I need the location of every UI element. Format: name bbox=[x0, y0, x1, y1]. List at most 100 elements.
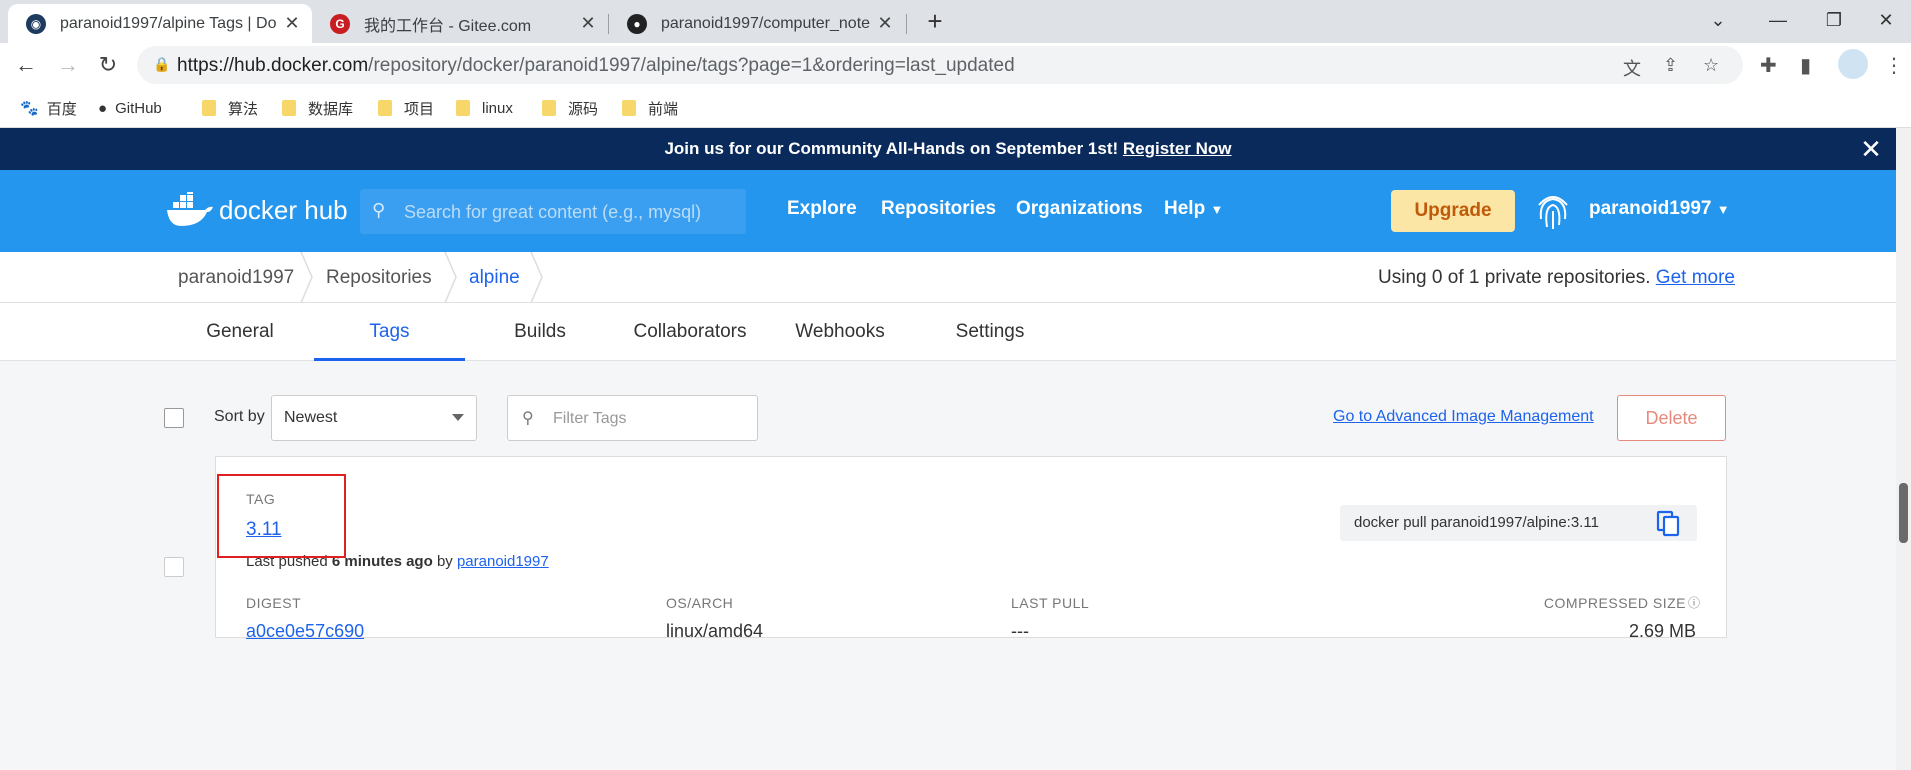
browser-tab-strip: ◉ paranoid1997/alpine Tags | Do ✕ G 我的工作… bbox=[0, 0, 1911, 43]
pushed-time: 6 minutes ago bbox=[331, 553, 433, 570]
browser-tab-docker[interactable]: ◉ paranoid1997/alpine Tags | Do ✕ bbox=[8, 4, 312, 43]
breadcrumb-chevron-icon bbox=[444, 252, 457, 303]
nav-organizations[interactable]: Organizations bbox=[1016, 198, 1143, 220]
bookmark-label: GitHub bbox=[115, 99, 162, 117]
bookmark-github[interactable]: ● GitHub bbox=[98, 96, 162, 120]
profile-avatar[interactable] bbox=[1838, 49, 1868, 79]
bookmark-folder[interactable]: 源码 bbox=[542, 96, 598, 120]
folder-icon bbox=[202, 100, 216, 116]
last-pull-label: LAST PULL bbox=[1011, 595, 1090, 611]
tab-collaborators[interactable]: Collaborators bbox=[620, 303, 760, 361]
user-menu[interactable]: paranoid1997 ▼ bbox=[1589, 198, 1730, 220]
browser-tab-gitee[interactable]: G 我的工作台 - Gitee.com ✕ bbox=[312, 4, 608, 43]
tab-general[interactable]: General bbox=[190, 303, 290, 361]
search-placeholder: Search for great content (e.g., mysql) bbox=[404, 202, 702, 222]
delete-button[interactable]: Delete bbox=[1617, 395, 1726, 441]
select-all-checkbox[interactable] bbox=[164, 408, 184, 428]
caret-down-icon bbox=[452, 414, 464, 421]
bookmark-baidu[interactable]: 🐾 百度 bbox=[20, 96, 77, 120]
pushed-by-user-link[interactable]: paranoid1997 bbox=[457, 553, 549, 570]
folder-icon bbox=[542, 100, 556, 116]
os-arch-value: linux/amd64 bbox=[666, 621, 764, 641]
browser-tab-github[interactable]: ● paranoid1997/computer_note ✕ bbox=[609, 4, 905, 43]
bookmark-folder[interactable]: 算法 bbox=[202, 96, 258, 120]
breadcrumb-repo[interactable]: alpine bbox=[469, 267, 520, 289]
close-icon[interactable]: ✕ bbox=[576, 13, 600, 34]
close-icon[interactable]: ✕ bbox=[280, 13, 304, 34]
browser-toolbar: ← → ↻ 🔒 https://hub.docker.com/repositor… bbox=[0, 43, 1911, 87]
annotation-highlight-box bbox=[217, 474, 346, 558]
bookmark-label: 算法 bbox=[228, 100, 259, 118]
back-arrow-icon[interactable]: ← bbox=[12, 51, 40, 79]
repo-tabs: General Tags Builds Collaborators Webhoo… bbox=[0, 303, 1896, 361]
copy-icon[interactable] bbox=[1654, 509, 1682, 537]
forward-arrow-icon[interactable]: → bbox=[54, 51, 82, 79]
docker-icon: ◉ bbox=[26, 13, 46, 34]
restore-icon[interactable]: ❐ bbox=[1806, 0, 1862, 40]
tab-title: 我的工作台 - Gitee.com bbox=[364, 17, 532, 35]
docker-hub-logo[interactable]: docker hub bbox=[165, 192, 348, 228]
fingerprint-icon[interactable] bbox=[1531, 189, 1575, 233]
page-content: Join us for our Community All-Hands on S… bbox=[0, 128, 1896, 770]
search-icon: ⚲ bbox=[522, 410, 534, 427]
upgrade-button[interactable]: Upgrade bbox=[1391, 190, 1515, 232]
search-icon: ⚲ bbox=[372, 200, 386, 220]
tab-title: paranoid1997/computer_note bbox=[661, 14, 871, 32]
get-more-link[interactable]: Get more bbox=[1656, 267, 1735, 288]
compressed-size-label: COMPRESSED SIZE bbox=[1543, 595, 1686, 611]
tag-row-checkbox[interactable] bbox=[164, 557, 184, 577]
extensions-icon[interactable]: ✚ bbox=[1760, 53, 1777, 78]
tab-tags[interactable]: Tags bbox=[314, 303, 465, 361]
chevron-down-icon[interactable]: ⌄ bbox=[1690, 0, 1746, 40]
bookmark-label: 前端 bbox=[648, 100, 679, 118]
bookmark-folder[interactable]: linux bbox=[456, 96, 513, 120]
nav-repositories[interactable]: Repositories bbox=[881, 198, 996, 220]
minimize-icon[interactable]: — bbox=[1750, 0, 1806, 40]
advanced-image-management-link[interactable]: Go to Advanced Image Management bbox=[1333, 408, 1594, 426]
address-bar[interactable]: 🔒 https://hub.docker.com/repository/dock… bbox=[137, 46, 1743, 84]
star-icon[interactable]: ☆ bbox=[1703, 55, 1719, 76]
folder-icon bbox=[622, 100, 636, 116]
banner-close-icon[interactable]: ✕ bbox=[1858, 136, 1884, 162]
nav-explore[interactable]: Explore bbox=[787, 198, 857, 220]
window-close-icon[interactable]: ✕ bbox=[1858, 0, 1911, 40]
share-icon[interactable]: ⇪ bbox=[1663, 55, 1678, 76]
announcement-banner: Join us for our Community All-Hands on S… bbox=[0, 128, 1896, 170]
bookmark-folder[interactable]: 前端 bbox=[622, 96, 678, 120]
pull-command-box: docker pull paranoid1997/alpine:3.11 bbox=[1340, 505, 1697, 541]
scrollbar-thumb[interactable] bbox=[1899, 483, 1908, 543]
translate-icon[interactable]: 文 bbox=[1623, 55, 1641, 81]
tab-title: paranoid1997/alpine Tags | Do bbox=[60, 14, 277, 32]
breadcrumb-owner[interactable]: paranoid1997 bbox=[178, 267, 294, 289]
new-tab-button[interactable]: + bbox=[920, 6, 950, 36]
menu-dots-icon[interactable]: ⋮ bbox=[1884, 53, 1904, 78]
github-icon: ● bbox=[98, 99, 108, 117]
hub-search-input[interactable]: ⚲ Search for great content (e.g., mysql) bbox=[360, 189, 746, 234]
sort-select[interactable]: Newest bbox=[271, 395, 477, 441]
bookmarks-bar: 🐾 百度 ● GitHub 算法 数据库 项目 linux 源码 前端 bbox=[0, 87, 1911, 128]
tab-builds[interactable]: Builds bbox=[490, 303, 590, 361]
digest-link[interactable]: a0ce0e57c690 bbox=[246, 621, 364, 642]
tab-separator bbox=[906, 14, 907, 34]
filter-tags-input[interactable]: ⚲ Filter Tags bbox=[507, 395, 758, 441]
tab-settings[interactable]: Settings bbox=[940, 303, 1040, 361]
close-icon[interactable]: ✕ bbox=[873, 13, 897, 34]
breadcrumb-chevron-icon bbox=[300, 252, 313, 303]
tab-webhooks[interactable]: Webhooks bbox=[785, 303, 895, 361]
folder-icon bbox=[456, 100, 470, 116]
reload-icon[interactable]: ↻ bbox=[94, 51, 122, 79]
bookmark-label: 百度 bbox=[46, 100, 77, 118]
side-panel-icon[interactable]: ▮ bbox=[1800, 53, 1811, 78]
tag-card: TAG 3.11 Last pushed 6 minutes ago by pa… bbox=[215, 456, 1727, 641]
bookmark-label: 源码 bbox=[568, 100, 599, 118]
page-scrollbar[interactable] bbox=[1896, 128, 1911, 770]
info-icon[interactable]: ⓘ bbox=[1688, 594, 1700, 611]
breadcrumb-repositories[interactable]: Repositories bbox=[326, 267, 432, 289]
bookmark-folder[interactable]: 项目 bbox=[378, 96, 434, 120]
bookmark-folder[interactable]: 数据库 bbox=[282, 96, 353, 120]
logo-text: docker hub bbox=[219, 194, 348, 225]
help-label: Help bbox=[1164, 198, 1206, 219]
sort-label: Sort by bbox=[214, 408, 265, 425]
nav-help[interactable]: Help ▼ bbox=[1164, 198, 1223, 220]
register-now-link[interactable]: Register Now bbox=[1123, 139, 1232, 158]
